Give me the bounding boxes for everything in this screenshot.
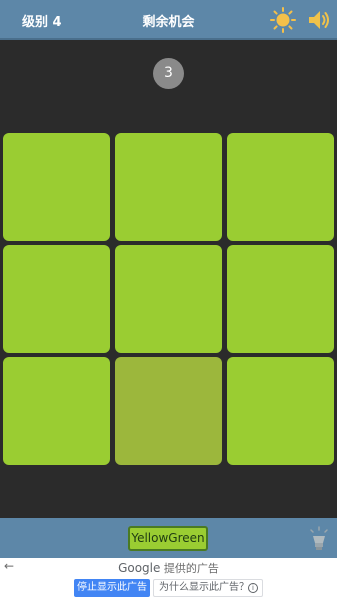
color-tile[interactable] xyxy=(115,133,222,241)
color-tile-grid xyxy=(3,133,334,465)
color-name-button[interactable]: YellowGreen xyxy=(128,526,208,551)
stop-showing-ad-button[interactable]: 停止显示此广告 xyxy=(74,579,150,597)
lightbulb-icon[interactable] xyxy=(308,526,330,552)
bottom-bar: YellowGreen xyxy=(0,518,337,558)
color-tile[interactable] xyxy=(3,245,110,353)
ad-banner: ← Google 提供的广告 停止显示此广告 为什么显示此广告？ i xyxy=(0,558,337,600)
info-icon: i xyxy=(248,583,258,593)
top-bar: 级别 4 剩余机会 xyxy=(0,0,337,40)
ad-provider-suffix: 提供的广告 xyxy=(163,562,219,575)
speaker-icon[interactable] xyxy=(307,8,331,32)
color-tile[interactable] xyxy=(227,357,334,465)
odd-color-tile[interactable] xyxy=(115,357,222,465)
color-tile[interactable] xyxy=(227,245,334,353)
ad-provider-label: Google 提供的广告 xyxy=(0,560,337,576)
sun-icon[interactable] xyxy=(270,7,296,33)
color-tile[interactable] xyxy=(3,133,110,241)
google-label: Google xyxy=(118,561,161,575)
color-tile[interactable] xyxy=(115,245,222,353)
color-tile[interactable] xyxy=(3,357,110,465)
color-tile[interactable] xyxy=(227,133,334,241)
why-this-ad-label: 为什么显示此广告？ xyxy=(159,582,249,593)
why-this-ad-button[interactable]: 为什么显示此广告？ i xyxy=(153,579,263,597)
remaining-chances-counter: 3 xyxy=(153,58,184,89)
